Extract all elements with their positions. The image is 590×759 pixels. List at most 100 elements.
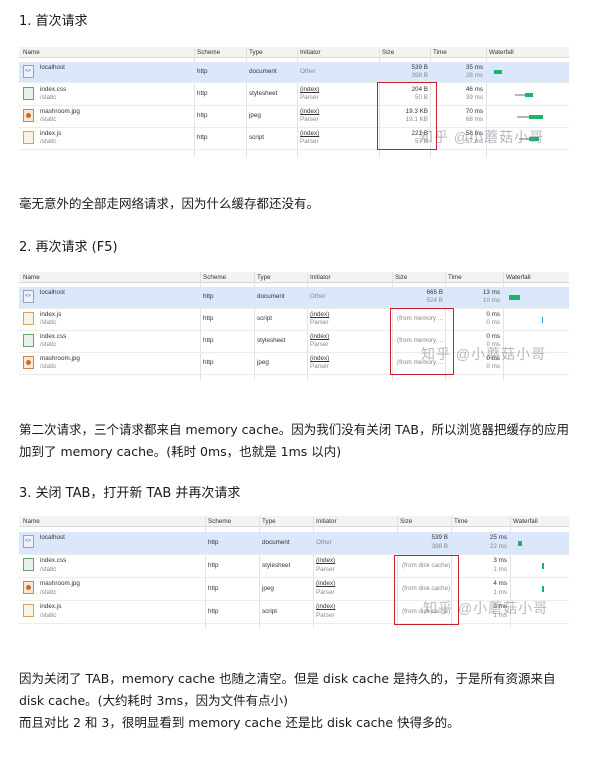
row-type: jpeg [262, 585, 274, 592]
row-scheme: http [208, 539, 219, 546]
row-name: localhost [40, 64, 65, 71]
row-time-sub: 10 ms [482, 297, 500, 304]
network-table-3: Name Scheme Type Initiator Size Time Wat… [19, 516, 569, 628]
col-scheme-header[interactable]: Scheme [197, 49, 220, 56]
col-size-header[interactable]: Size [400, 518, 412, 525]
row-type: document [257, 293, 285, 300]
row-path: /static [40, 589, 57, 596]
col-type-header[interactable]: Type [262, 518, 276, 525]
row-initiator-link[interactable]: (index) [316, 557, 335, 564]
col-size-header[interactable]: Size [382, 49, 394, 56]
row-initiator-link[interactable]: (index) [310, 333, 329, 340]
row-type: stylesheet [249, 90, 278, 97]
col-waterfall-header[interactable]: Waterfall [506, 274, 531, 281]
row-initiator-sub: Parser [300, 116, 319, 123]
waterfall-bar [509, 295, 520, 300]
table-row[interactable]: index.css /static http stylesheet (index… [19, 555, 569, 578]
col-waterfall-header[interactable]: Waterfall [513, 518, 538, 525]
col-type-header[interactable]: Type [257, 274, 271, 281]
row-time: 70 ms [465, 108, 483, 115]
row-initiator-link[interactable]: (index) [300, 86, 319, 93]
col-time-header[interactable]: Time [433, 49, 447, 56]
section-3-heading: 3. 关闭 TAB，打开新 TAB 并再次请求 [19, 486, 241, 501]
col-initiator-header[interactable]: Initiator [316, 518, 337, 525]
row-type: document [249, 68, 277, 75]
row-initiator-sub: Parser [300, 94, 319, 101]
css-file-icon [23, 87, 34, 100]
col-initiator-header[interactable]: Initiator [300, 49, 321, 56]
html-file-icon [23, 535, 34, 548]
row-initiator-sub: Parser [316, 589, 335, 596]
row-type: jpeg [249, 112, 261, 119]
row-time: 0 ms [486, 333, 500, 340]
row-path: /static [40, 138, 57, 145]
waterfall-bar [542, 586, 544, 592]
row-type: stylesheet [257, 337, 286, 344]
waterfall-bar [518, 541, 522, 546]
html-file-icon [23, 290, 34, 303]
row-scheme: http [208, 562, 219, 569]
watermark: 知乎 @小蘑菇小哥 [419, 129, 545, 145]
row-scheme: http [203, 337, 214, 344]
row-name: mashroom.jpg [40, 108, 80, 115]
row-initiator-sub: Parser [310, 319, 329, 326]
row-size: 539 B [431, 534, 448, 541]
table-row[interactable]: index.css /static http stylesheet (index… [19, 84, 569, 106]
col-type-header[interactable]: Type [249, 49, 263, 56]
row-path: /static [40, 116, 57, 123]
row-size: 539 B [411, 64, 428, 71]
row-time-sub: 0 ms [486, 363, 500, 370]
section-3-paragraph-2: 而且对比 2 和 3，很明显看到 memory cache 还是比 disk c… [19, 715, 460, 730]
row-time: 46 ms [465, 86, 483, 93]
row-time: 35 ms [465, 64, 483, 71]
row-initiator-link[interactable]: (index) [316, 580, 335, 587]
row-time: 4 ms [493, 580, 507, 587]
table-row[interactable]: index.js /static http script (index) Par… [19, 309, 569, 331]
size-highlight-box [390, 308, 454, 375]
row-initiator-link[interactable]: (index) [300, 130, 319, 137]
waterfall-bar [542, 563, 544, 569]
row-time-sub: 28 ms [465, 72, 483, 79]
row-initiator: Other [316, 539, 332, 546]
row-scheme: http [203, 315, 214, 322]
col-name-header[interactable]: Name [23, 49, 40, 56]
table-row[interactable]: mashroom.jpg /static http jpeg (index) P… [19, 106, 569, 128]
row-initiator-sub: Parser [310, 341, 329, 348]
col-scheme-header[interactable]: Scheme [203, 274, 226, 281]
row-scheme: http [197, 68, 208, 75]
row-type: document [262, 539, 290, 546]
row-initiator-link[interactable]: (index) [310, 311, 329, 318]
row-scheme: http [203, 359, 214, 366]
network-table-2: Name Scheme Type Initiator Size Time Wat… [19, 272, 569, 380]
row-time: 13 ms [482, 289, 500, 296]
row-type: script [262, 608, 278, 615]
col-time-header[interactable]: Time [454, 518, 468, 525]
waterfall-bar [525, 93, 533, 97]
row-time-sub: 39 ms [465, 94, 483, 101]
row-initiator-link[interactable]: (index) [316, 603, 335, 610]
row-time-sub: 22 ms [489, 543, 507, 550]
col-scheme-header[interactable]: Scheme [208, 518, 231, 525]
waterfall-bar [529, 115, 543, 119]
row-type: jpeg [257, 359, 269, 366]
col-size-header[interactable]: Size [395, 274, 407, 281]
col-waterfall-header[interactable]: Waterfall [489, 49, 514, 56]
col-initiator-header[interactable]: Initiator [310, 274, 331, 281]
table-row[interactable]: localhost http document Other 665 B 524 … [19, 287, 569, 309]
col-name-header[interactable]: Name [23, 274, 40, 281]
table-row[interactable]: localhost http document Other 539 B 398 … [19, 62, 569, 83]
table-row[interactable]: localhost http document Other 539 B 398 … [19, 532, 569, 555]
col-time-header[interactable]: Time [448, 274, 462, 281]
row-path: /static [40, 341, 57, 348]
col-name-header[interactable]: Name [23, 518, 40, 525]
row-type: script [257, 315, 273, 322]
css-file-icon [23, 334, 34, 347]
waterfall-bar [494, 70, 502, 74]
row-scheme: http [208, 585, 219, 592]
image-file-icon [23, 356, 34, 369]
section-2-heading: 2. 再次请求 (F5) [19, 240, 118, 255]
section-1-paragraph: 毫无意外的全部走网络请求，因为什么缓存都还没有。 [19, 196, 320, 211]
row-initiator-link[interactable]: (index) [300, 108, 319, 115]
row-initiator-link[interactable]: (index) [310, 355, 329, 362]
waterfall-bar [542, 317, 543, 323]
